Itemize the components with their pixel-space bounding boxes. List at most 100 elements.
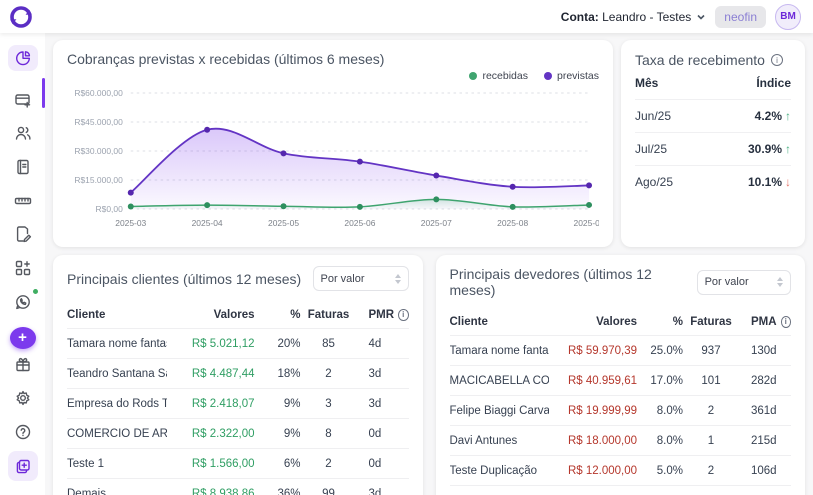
column-header-valores: Valores [167,309,255,321]
client-days: 106d [739,465,791,477]
svg-text:R$45.000,00: R$45.000,00 [74,117,123,127]
main-content: Cobranças previstas x recebidas (últimos… [45,33,813,495]
table-row: Teste 1R$ 1.566,006%20d [67,448,409,478]
client-name: Felipe Biaggi Carvalho [450,405,550,417]
sidebar-item-rewards[interactable] [8,349,38,379]
clientes-sort-select[interactable]: Por valor [313,266,409,291]
clientes-table: ClienteValores%FaturasPMRiTamara nome fa… [67,301,409,495]
legend-previstas[interactable]: previstas [544,70,599,82]
neofin-logo-icon [8,4,34,30]
client-value: R$ 5.021,12 [167,338,255,350]
sidebar-item-workspaces[interactable] [8,451,38,481]
sidebar-item-apps[interactable] [8,255,38,281]
client-percent: 5.0% [637,465,683,477]
client-value: R$ 59.970,39 [549,345,637,357]
column-header-faturas: Faturas [683,316,739,328]
table-row: DemaisR$ 8.938,8636%993d [67,478,409,495]
client-percent: 6% [255,458,301,470]
svg-text:2025-09: 2025-09 [574,218,599,228]
clientes-title: Principais clientes (últimos 12 meses) [67,271,301,287]
taxa-value: 4.2%↑ [755,109,791,123]
whatsapp-icon [14,293,32,311]
client-invoices: 85 [301,338,357,350]
client-invoices: 937 [683,345,739,357]
client-invoices: 2 [301,458,357,470]
workspace-badge[interactable]: neofin [715,6,766,28]
taxa-row: Ago/2510.1%↓ [635,165,791,198]
table-row: MACICABELLA COM...R$ 40.959,6117.0%10128… [450,365,792,395]
client-invoices: 2 [301,368,357,380]
sidebar-item-invoices[interactable] [8,154,38,180]
legend-recebidas[interactable]: recebidas [469,70,528,82]
taxa-value: 30.9%↑ [748,142,791,156]
client-invoices: 8 [301,428,357,440]
column-header-: % [255,309,301,321]
devedores-table: ClienteValores%FaturasPMAiTamara nome fa… [450,308,792,495]
legend-dot-recebidas [469,72,477,80]
client-percent: 17.0% [637,375,683,387]
client-invoices: 2 [683,465,739,477]
contract-edit-icon [14,225,32,243]
column-header-cliente: Cliente [450,316,550,328]
info-icon[interactable]: i [781,316,791,328]
sidebar: + [0,33,45,495]
account-selector[interactable]: Conta: Leandro - Testes [561,10,707,24]
info-icon[interactable]: i [398,309,408,321]
taxa-value: 10.1%↓ [748,175,791,189]
avatar[interactable]: BM [775,4,801,30]
users-icon [14,124,32,142]
column-header-valores: Valores [549,316,637,328]
table-header-row: ClienteValores%FaturasPMRi [67,301,409,328]
table-row: Empresa do Rods Te...R$ 2.418,079%33d [67,388,409,418]
table-row: Teandro Santana Sar...R$ 4.487,4418%23d [67,358,409,388]
client-name: Teandro Santana Sar... [67,368,167,380]
info-icon[interactable]: i [771,54,783,66]
client-value: R$ 8.938,86 [167,488,255,495]
column-header-: % [637,316,683,328]
client-percent: 9% [255,428,301,440]
sidebar-item-contracts[interactable] [8,222,38,248]
client-days: 215d [739,435,791,447]
sidebar-item-help[interactable] [8,417,38,447]
taxa-month: Jun/25 [635,109,671,123]
client-name: Teste 1 [67,458,167,470]
column-header-cliente: Cliente [67,309,167,321]
sidebar-item-whatsapp[interactable] [8,289,38,315]
client-name: MACICABELLA COM... [450,375,550,387]
client-percent: 36% [255,488,301,495]
client-days: 130d [739,345,791,357]
client-invoices: 3 [301,398,357,410]
chart-title: Cobranças previstas x recebidas (últimos… [67,51,599,67]
client-days: 3d [357,368,409,380]
sidebar-item-dashboard[interactable] [8,45,38,71]
sidebar-item-billing[interactable] [8,87,38,113]
select-stepper-icon [395,274,401,284]
client-invoices: 1 [683,435,739,447]
devedores-sort-select[interactable]: Por valor [697,270,791,295]
invoice-icon [14,158,32,176]
legend-dot-previstas [544,72,552,80]
client-percent: 18% [255,368,301,380]
trend-down-icon: ↓ [785,175,791,189]
add-new-button[interactable]: + [10,327,36,349]
sidebar-item-customers[interactable] [8,120,38,146]
table-row: Teste DuplicaçãoR$ 12.000,005.0%2106d [450,455,792,485]
svg-text:2025-04: 2025-04 [192,218,223,228]
chart-card: Cobranças previstas x recebidas (últimos… [53,40,613,247]
legend-label-previstas: previstas [557,70,599,82]
taxa-col-month: Mês [635,76,658,90]
sidebar-item-settings[interactable] [8,383,38,413]
principais-clientes-card: Principais clientes (últimos 12 meses) P… [53,255,423,495]
client-value: R$ 4.487,44 [167,368,255,380]
taxa-row: Jul/2530.9%↑ [635,132,791,165]
active-item-indicator [42,78,45,108]
client-name: Demais [67,488,167,495]
chevron-down-icon [696,12,706,22]
client-percent: 20% [255,338,301,350]
sidebar-item-measurements[interactable] [8,188,38,214]
table-row: COMERCIO DE ARTI...R$ 2.322,009%80d [67,418,409,448]
table-row: Felipe Biaggi CarvalhoR$ 19.999,998.0%23… [450,395,792,425]
client-value: R$ 19.999,99 [549,405,637,417]
ruler-icon [14,192,32,210]
svg-text:2025-05: 2025-05 [268,218,299,228]
